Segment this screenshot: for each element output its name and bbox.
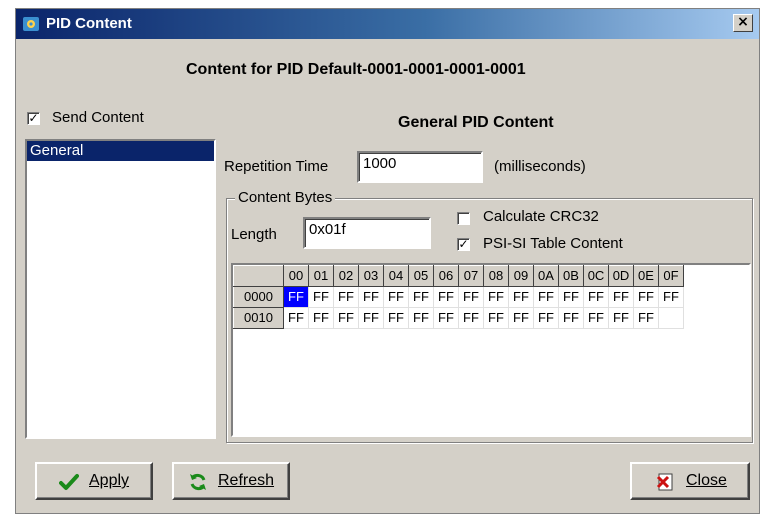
hex-cell[interactable]: FF	[333, 307, 359, 329]
title-bar[interactable]: PID Content ×	[16, 9, 759, 39]
hex-row: 0010 FF FF FF FF FF FF FF FF FF FF FF FF…	[233, 307, 684, 329]
repetition-time-input[interactable]: 1000	[357, 151, 483, 183]
page-header: Content for PID Default-0001-0001-0001-0…	[186, 61, 526, 78]
hex-cell[interactable]: FF	[458, 307, 484, 329]
hex-cell[interactable]: FF	[408, 286, 434, 308]
hex-column-header: 03	[358, 265, 384, 287]
apply-button[interactable]: Apply	[35, 462, 153, 500]
hex-cell[interactable]: FF	[508, 286, 534, 308]
hex-corner-cell	[233, 265, 284, 287]
content-list[interactable]: General	[25, 139, 216, 439]
hex-column-header: 0D	[608, 265, 634, 287]
section-title: General PID Content	[398, 114, 554, 131]
close-label: Close	[686, 472, 727, 489]
hex-cell[interactable]: FF	[308, 286, 334, 308]
hex-column-header: 0B	[558, 265, 584, 287]
hex-column-header: 00	[283, 265, 309, 287]
hex-cell[interactable]: FF	[533, 307, 559, 329]
hex-column-header: 02	[333, 265, 359, 287]
send-content-checkbox[interactable]: ✓	[27, 112, 40, 125]
hex-column-header: 06	[433, 265, 459, 287]
length-input[interactable]: 0x01f	[303, 217, 431, 249]
hex-header-row: 00 01 02 03 04 05 06 07 08 09 0A 0B 0C 0…	[233, 265, 684, 287]
refresh-icon	[190, 473, 206, 491]
window-title: PID Content	[46, 15, 132, 32]
hex-cell[interactable]: FF	[333, 286, 359, 308]
hex-grid: 00 01 02 03 04 05 06 07 08 09 0A 0B 0C 0…	[233, 265, 684, 329]
checkmark-icon	[59, 474, 79, 490]
hex-cell[interactable]: FF	[408, 307, 434, 329]
hex-cell[interactable]: FF	[608, 286, 634, 308]
close-button[interactable]: Close	[630, 462, 750, 500]
hex-cell[interactable]: FF	[483, 286, 509, 308]
gear-network-icon	[23, 17, 39, 31]
hex-cell[interactable]: FF	[533, 286, 559, 308]
hex-column-header: 09	[508, 265, 534, 287]
psi-si-checkbox[interactable]: ✓	[457, 238, 470, 251]
hex-column-header: 08	[483, 265, 509, 287]
hex-cell[interactable]: FF	[558, 307, 584, 329]
send-content-label: Send Content	[52, 109, 144, 126]
hex-cell[interactable]: FF	[433, 286, 459, 308]
hex-cell[interactable]: FF	[358, 286, 384, 308]
hex-column-header: 05	[408, 265, 434, 287]
close-document-icon	[656, 473, 673, 491]
hex-cell[interactable]: FF	[633, 286, 659, 308]
hex-row-header: 0010	[233, 307, 284, 329]
hex-cell[interactable]: FF	[483, 307, 509, 329]
hex-column-header: 0E	[633, 265, 659, 287]
hex-grid-panel[interactable]: 00 01 02 03 04 05 06 07 08 09 0A 0B 0C 0…	[231, 263, 751, 437]
hex-cell[interactable]: FF	[608, 307, 634, 329]
hex-cell[interactable]: FF	[583, 307, 609, 329]
hex-cell[interactable]: FF	[658, 286, 684, 308]
hex-column-header: 0C	[583, 265, 609, 287]
repetition-unit-label: (milliseconds)	[494, 158, 586, 175]
pid-content-window: PID Content × Content for PID Default-00…	[15, 8, 760, 514]
repetition-time-label: Repetition Time	[224, 158, 329, 175]
hex-cell[interactable]: FF	[358, 307, 384, 329]
refresh-label: Refresh	[218, 472, 275, 489]
hex-cell[interactable]: FF	[308, 307, 334, 329]
hex-column-header: 0F	[658, 265, 684, 287]
hex-row-header: 0000	[233, 286, 284, 308]
hex-cell-selected[interactable]: FF	[283, 286, 309, 308]
hex-column-header: 0A	[533, 265, 559, 287]
crc32-checkbox[interactable]	[457, 212, 470, 225]
list-item-general[interactable]: General	[27, 141, 214, 161]
content-bytes-legend: Content Bytes	[235, 189, 336, 206]
hex-cell[interactable]	[658, 307, 684, 329]
hex-column-header: 04	[383, 265, 409, 287]
length-label: Length	[231, 226, 277, 243]
psi-si-label: PSI-SI Table Content	[483, 235, 623, 252]
hex-cell[interactable]: FF	[283, 307, 309, 329]
hex-cell[interactable]: FF	[433, 307, 459, 329]
hex-column-header: 07	[458, 265, 484, 287]
hex-cell[interactable]: FF	[383, 307, 409, 329]
hex-cell[interactable]: FF	[633, 307, 659, 329]
refresh-button[interactable]: Refresh	[172, 462, 290, 500]
hex-column-header: 01	[308, 265, 334, 287]
hex-cell[interactable]: FF	[583, 286, 609, 308]
hex-cell[interactable]: FF	[458, 286, 484, 308]
apply-label: Apply	[89, 472, 130, 489]
title-close-button[interactable]: ×	[733, 14, 753, 32]
hex-cell[interactable]: FF	[383, 286, 409, 308]
hex-row: 0000 FF FF FF FF FF FF FF FF FF FF FF FF…	[233, 286, 684, 308]
hex-cell[interactable]: FF	[558, 286, 584, 308]
hex-cell[interactable]: FF	[508, 307, 534, 329]
crc32-label: Calculate CRC32	[483, 208, 599, 225]
